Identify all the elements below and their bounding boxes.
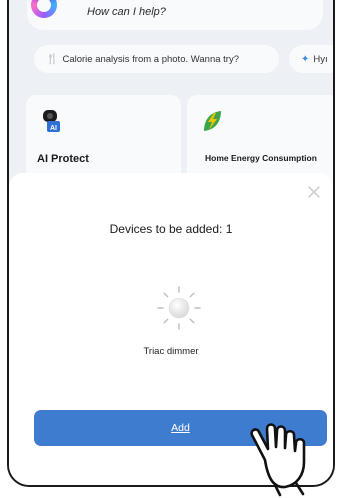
suggestion-label: Hyı xyxy=(313,53,328,65)
suggestion-chip-second[interactable]: ✦ Hyı xyxy=(289,45,333,73)
device-name: Triac dimmer xyxy=(143,346,199,357)
svg-text:AI: AI xyxy=(50,125,57,132)
puzzle-icon: ✦ xyxy=(301,53,310,65)
ai-camera-icon: AI xyxy=(43,110,60,132)
close-button[interactable] xyxy=(307,185,321,199)
light-bulb-icon xyxy=(157,286,201,330)
card-title: Home Energy Consumption xyxy=(205,153,317,163)
pointing-hand-icon xyxy=(250,423,306,497)
close-icon xyxy=(308,186,320,198)
fork-knife-icon: 🍴 xyxy=(46,53,59,65)
assistant-logo-icon xyxy=(31,0,57,18)
card-title: AI Protect xyxy=(37,153,89,165)
energy-leaf-icon xyxy=(204,111,221,131)
sheet-title: Devices to be added: 1 xyxy=(109,222,233,236)
suggestion-label: Calorie analysis from a photo. Wanna try… xyxy=(62,53,239,65)
assistant-bar[interactable]: How can I help? xyxy=(27,0,323,30)
assistant-prompt: How can I help? xyxy=(87,6,166,18)
suggestion-chip-calorie[interactable]: 🍴 Calorie analysis from a photo. Wanna t… xyxy=(34,45,279,73)
